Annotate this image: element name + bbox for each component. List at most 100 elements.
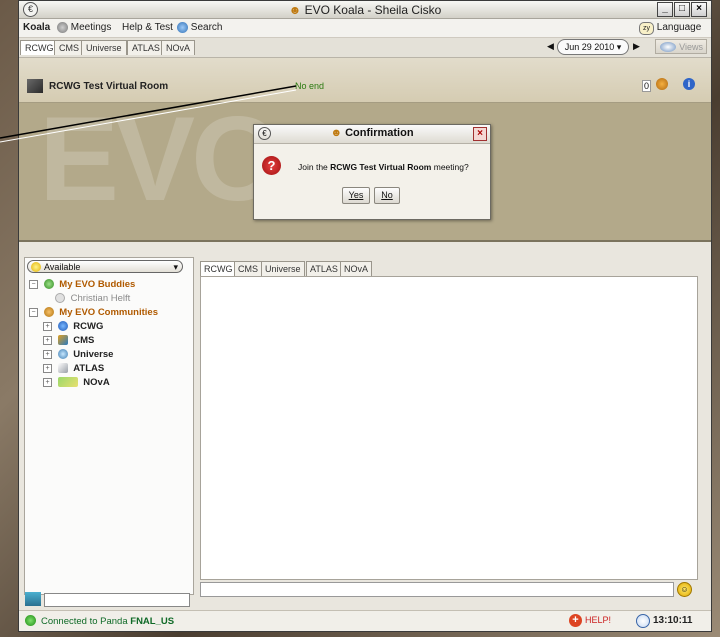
connection-status: Connected to Panda FNAL_US [41,616,174,627]
smiley-status-icon [31,262,41,272]
chat-tabs: RCWG CMS Universe ATLAS NOvA [197,261,705,277]
connection-status-icon [25,615,36,626]
community-item-nova[interactable]: + NOvA [43,377,110,388]
window-title-text: EVO Koala - Sheila Cisko [304,3,442,17]
collapse-icon[interactable]: − [29,279,38,289]
universe-icon [57,349,68,360]
chat-tab-atlas[interactable]: ATLAS [306,261,342,276]
panel-splitter[interactable] [19,242,711,252]
meetings-icon [57,22,68,33]
clock-time: 13:10:11 [653,615,693,626]
rcwg-icon [57,321,68,332]
tab-universe[interactable]: Universe [81,40,127,55]
nova-icon [57,377,78,388]
connection-text: Connected to Panda [41,616,131,627]
collapse-icon[interactable]: − [29,307,38,317]
help-icon[interactable]: + [569,614,582,627]
language-menu[interactable]: zy Language [639,22,701,35]
chat-panel: RCWG CMS Universe ATLAS NOvA ☺ [197,257,705,607]
community-item-atlas[interactable]: + ATLAS [43,363,104,374]
menu-bar: Koala Meetings Help & Test Search zy Lan… [19,19,711,38]
tree-buddies-group[interactable]: − My EVO Buddies [29,279,135,290]
no-button[interactable]: No [374,187,400,204]
emoticon-icon[interactable]: ☺ [677,582,692,597]
clock-icon [636,614,650,628]
chat-message-area[interactable] [200,276,698,580]
tab-atlas[interactable]: ATLAS [127,40,165,55]
views-label: Views [679,42,703,52]
chat-tab-cms[interactable]: CMS [234,261,262,276]
eye-icon [660,42,676,52]
community-label: ATLAS [73,363,105,374]
buddy-item[interactable]: Christian Helft [55,293,130,304]
minimize-button[interactable]: _ [657,2,673,17]
views-button[interactable]: Views [655,39,707,54]
meetings-menu[interactable]: Meetings [57,22,111,33]
chat-input[interactable] [200,582,674,597]
community-label: CMS [73,335,95,346]
buddy-status-icon [55,293,65,304]
status-dropdown[interactable]: Available ▾ [27,260,183,273]
chevron-down-icon: ▾ [173,262,178,272]
communities-icon [43,307,54,318]
status-bar: Connected to Panda FNAL_US + HELP! 13:10… [19,610,711,631]
buddies-icon [43,279,54,290]
dialog-message-prefix: Join the [298,162,331,172]
date-value: Jun 29 2010 [564,42,615,52]
tab-nova[interactable]: NOvA [161,40,196,55]
info-icon[interactable]: i [683,78,695,90]
expand-icon[interactable]: + [43,363,52,373]
community-label: NOvA [83,377,110,388]
window-title: ☻ EVO Koala - Sheila Cisko [19,3,711,17]
community-item-universe[interactable]: + Universe [43,349,113,360]
annotation-pointer [0,85,297,143]
date-prev-arrow-icon[interactable]: ◀ [547,41,554,52]
community-label: Universe [73,349,114,360]
search-label: Search [190,22,223,34]
buddy-list-panel: Available ▾ − My EVO Buddies Christian H… [24,257,194,595]
tree-communities-group[interactable]: − My EVO Communities [29,307,158,318]
tab-cms[interactable]: CMS [54,40,84,55]
community-item-cms[interactable]: + CMS [43,335,94,346]
help-link[interactable]: HELP! [585,615,611,625]
date-next-arrow-icon[interactable]: ▶ [633,41,640,52]
chat-tab-nova[interactable]: NOvA [340,261,373,276]
cms-icon [57,335,68,346]
user-search-icon[interactable] [25,592,41,606]
participant-count: 0 [642,80,652,92]
tab-rcwg[interactable]: RCWG [20,40,59,55]
dialog-message-suffix: meeting? [431,162,469,172]
language-icon: zy [639,22,654,35]
community-item-rcwg[interactable]: + RCWG [43,321,103,332]
language-label: Language [656,22,702,33]
chat-tab-universe[interactable]: Universe [261,261,305,276]
expand-icon[interactable]: + [43,321,52,331]
window-controls: _ □ × [656,2,707,17]
dialog-koala-icon: ☻ [330,127,343,139]
search-icon [177,22,188,33]
buddy-name: Christian Helft [70,293,131,304]
expand-icon[interactable]: + [43,335,52,345]
communities-label: My EVO Communities [59,307,158,318]
expand-icon[interactable]: + [43,349,52,359]
chat-tab-rcwg[interactable]: RCWG [200,261,237,276]
connection-server: FNAL_US [130,616,175,627]
yes-button[interactable]: Yes [342,187,370,204]
maximize-button[interactable]: □ [674,2,690,17]
atlas-icon [57,363,68,374]
koala-icon: ☻ [288,3,302,17]
title-bar[interactable]: € ☻ EVO Koala - Sheila Cisko _ □ × [19,1,711,19]
help-test-menu[interactable]: Help & Test [122,22,173,33]
dialog-title-text: Confirmation [345,127,414,139]
status-value: Available [44,262,81,272]
close-button[interactable]: × [691,2,707,17]
menu-koala[interactable]: Koala [23,22,50,33]
question-icon: ? [262,156,281,175]
dialog-close-button[interactable]: × [473,127,487,141]
buddy-search-input[interactable] [44,593,190,607]
participants-icon[interactable] [656,78,668,90]
dialog-message: Join the RCWG Test Virtual Room meeting? [298,162,469,172]
date-selector[interactable]: Jun 29 2010 ▾ [557,39,629,55]
search-menu[interactable]: Search [177,22,222,33]
expand-icon[interactable]: + [43,377,52,387]
